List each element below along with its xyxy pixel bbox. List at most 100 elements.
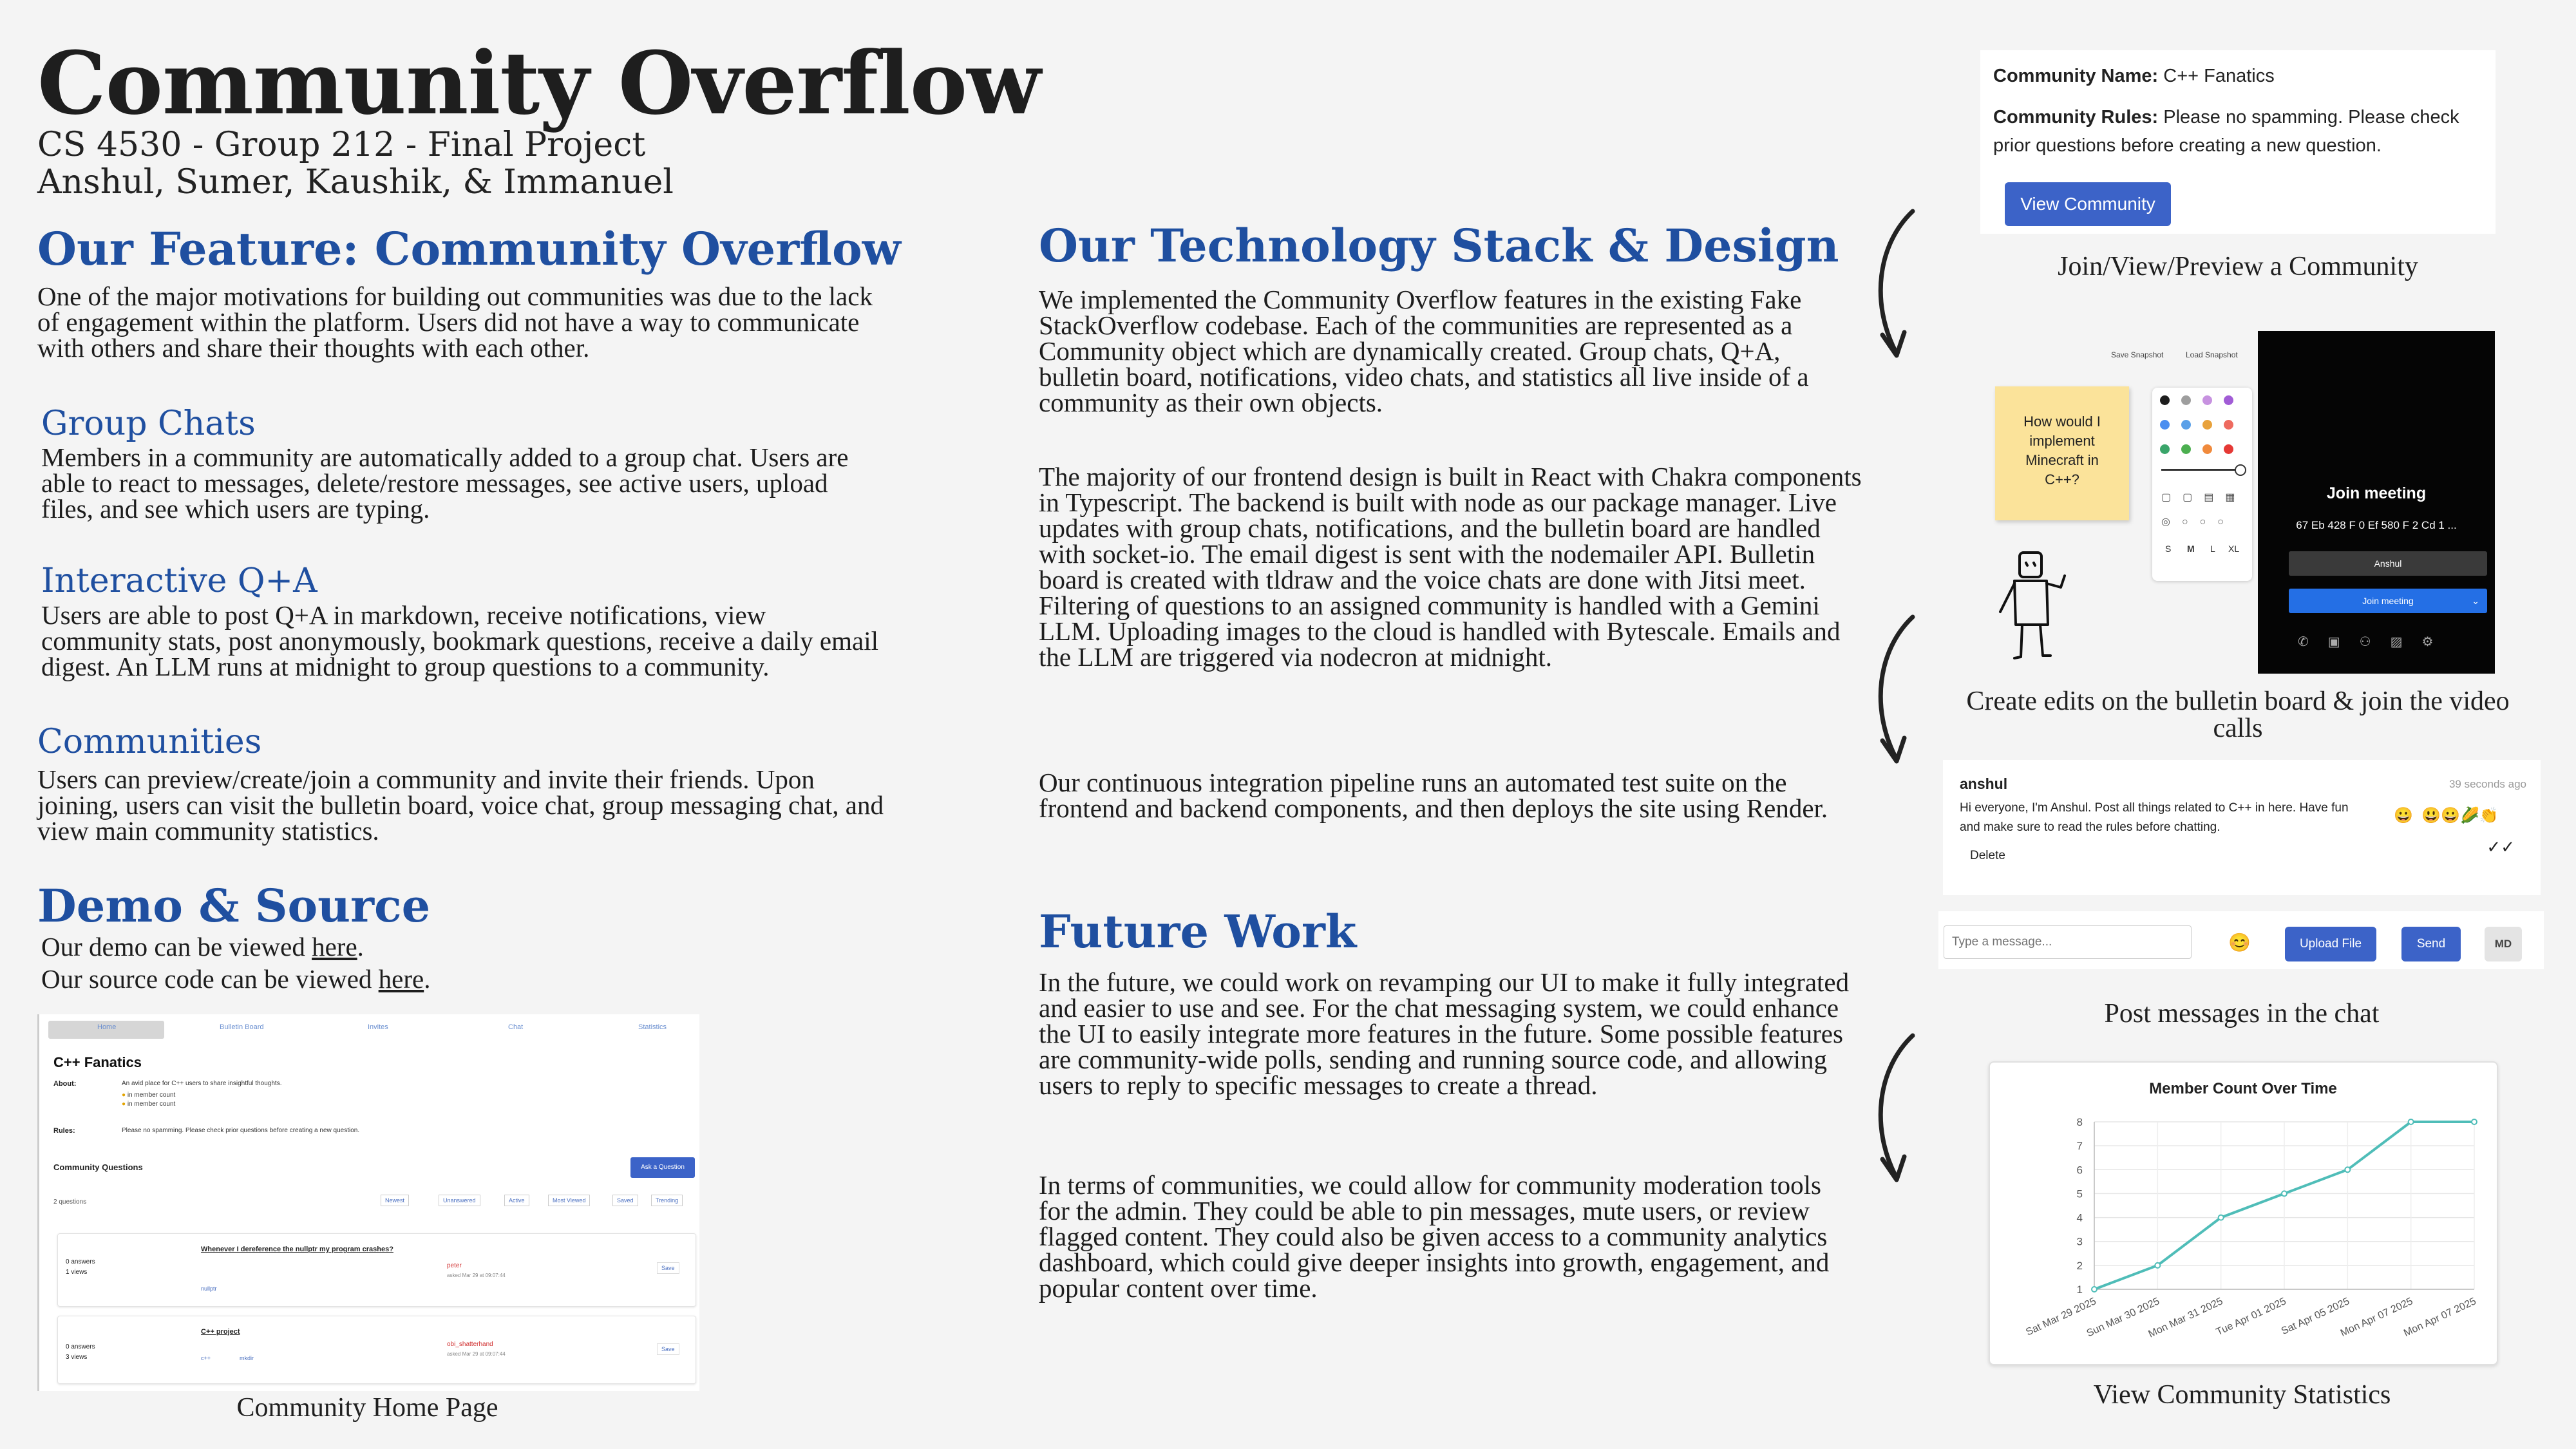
upload-file-button[interactable]: Upload File: [2285, 927, 2376, 961]
display-name-input[interactable]: Anshul: [2289, 551, 2487, 576]
x-tick-label: Tue Apr 01 2025: [2215, 1296, 2288, 1338]
question-title[interactable]: Whenever I dereference the nullptr my pr…: [201, 1245, 394, 1253]
reaction-emoji-icons[interactable]: 😀 😃😀🌽👏: [2394, 806, 2499, 825]
filter-active[interactable]: Active: [504, 1195, 529, 1206]
save-button[interactable]: Save: [657, 1262, 679, 1274]
question-title[interactable]: C++ project: [201, 1328, 240, 1336]
poster-title: Community Overflow: [37, 32, 1041, 134]
qa-text: Users are able to post Q+A in markdown, …: [41, 600, 878, 681]
chat-input-bar: 😊 Upload File Send MD: [1938, 911, 2544, 969]
tab-home[interactable]: Home: [97, 1023, 116, 1031]
dash-style-icons[interactable]: ◎○○○: [2161, 515, 2235, 528]
color-swatch[interactable]: [2202, 395, 2212, 405]
color-swatch[interactable]: [2181, 420, 2191, 430]
opacity-slider[interactable]: [2235, 464, 2246, 476]
color-swatch[interactable]: [2160, 444, 2170, 454]
source-line: Our source code can be viewed here.: [41, 966, 430, 992]
demo-prefix: Our demo can be viewed: [41, 932, 312, 961]
size-s[interactable]: S: [2165, 544, 2171, 554]
tab-invites[interactable]: Invites: [368, 1023, 388, 1031]
home-about-text: An avid place for C++ users to share ins…: [122, 1080, 282, 1087]
question-card[interactable]: 0 answers 1 views Whenever I dereference…: [57, 1233, 696, 1307]
question-asked: asked Mar 29 at 09:07:44: [447, 1351, 506, 1357]
chat-caption: Post messages in the chat: [2104, 999, 2380, 1028]
data-point: [2154, 1262, 2161, 1269]
filter-trending[interactable]: Trending: [651, 1195, 683, 1206]
filter-unanswered[interactable]: Unanswered: [439, 1195, 480, 1206]
question-tag[interactable]: mkdir: [240, 1355, 254, 1361]
curved-arrow-icon: [1878, 1033, 1915, 1182]
question-tag[interactable]: nullptr: [201, 1285, 217, 1292]
question-card[interactable]: 0 answers 3 views C++ project c++ mkdir …: [57, 1316, 696, 1384]
color-swatch[interactable]: [2181, 395, 2191, 405]
view-community-button[interactable]: View Community: [2005, 182, 2171, 226]
color-swatch[interactable]: [2160, 420, 2170, 430]
tech-paragraph-3: Our continuous integration pipeline runs…: [1039, 768, 1828, 823]
y-tick-label: 3: [2077, 1236, 2083, 1248]
answer-count: 0 answers: [66, 1258, 95, 1265]
source-prefix: Our source code can be viewed: [41, 964, 379, 994]
data-point: [2471, 1119, 2477, 1125]
tech-paragraph-2: The majority of our frontend design is b…: [1039, 462, 1862, 672]
y-tick-label: 7: [2077, 1140, 2083, 1152]
future-paragraph-2: In terms of communities, we could allow …: [1039, 1170, 1830, 1303]
filter-most-viewed[interactable]: Most Viewed: [548, 1195, 591, 1206]
send-button[interactable]: Send: [2401, 927, 2461, 961]
load-snapshot-button[interactable]: Load Snapshot: [2186, 350, 2238, 359]
sticky-note[interactable]: How would I implement Minecraft in C++?: [1995, 386, 2129, 520]
filter-saved[interactable]: Saved: [612, 1195, 638, 1206]
color-swatch[interactable]: [2181, 444, 2191, 454]
tab-bulletin-board[interactable]: Bulletin Board: [220, 1023, 264, 1031]
join-meeting-panel: Join meeting 67 Eb 428 F 0 Ef 580 F 2 Cd…: [2258, 331, 2495, 674]
answer-count: 0 answers: [66, 1343, 95, 1350]
data-point: [2407, 1119, 2414, 1125]
color-swatch[interactable]: [2202, 444, 2212, 454]
emoji-picker-icon[interactable]: 😊: [2228, 932, 2251, 953]
size-xl[interactable]: XL: [2228, 544, 2239, 554]
preview-name-label: Community Name:: [1993, 66, 2159, 86]
community-preview-card: Community Name: C++ Fanatics Community R…: [1980, 50, 2496, 234]
bulletin-caption: Create edits on the bulletin board & joi…: [1966, 687, 2510, 743]
demo-heading: Demo & Source: [37, 879, 431, 933]
questions-heading: Community Questions: [53, 1162, 143, 1172]
community-home-screenshot: Home Bulletin Board Invites Chat Statist…: [37, 1014, 699, 1391]
y-tick-label: 4: [2077, 1212, 2083, 1224]
read-receipt-icon: ✓✓: [2486, 837, 2515, 857]
home-rules-label: Rules:: [53, 1127, 75, 1135]
member-count-chart: Member Count Over Time 12345678 Sat Mar …: [2024, 1080, 2477, 1340]
y-tick-label: 6: [2077, 1164, 2083, 1176]
color-swatch[interactable]: [2224, 444, 2233, 454]
chat-message-card: anshul 39 seconds ago Hi everyone, I'm A…: [1943, 760, 2541, 895]
bulletin-board-screenshot: Save Snapshot Load Snapshot How would I …: [1964, 328, 2512, 676]
message-input[interactable]: [1944, 925, 2192, 959]
course-subtitle: CS 4530 - Group 212 - Final Project: [37, 126, 646, 164]
tab-statistics[interactable]: Statistics: [638, 1023, 667, 1031]
color-swatch[interactable]: [2160, 395, 2170, 405]
join-meeting-button[interactable]: Join meeting ⌄: [2289, 589, 2487, 613]
view-count: 1 views: [66, 1269, 88, 1276]
preview-rules-label: Community Rules:: [1993, 107, 2159, 128]
color-swatch[interactable]: [2224, 420, 2233, 430]
delete-message-button[interactable]: Delete: [1970, 849, 2005, 863]
home-rules-text: Please no spamming. Please check prior q…: [122, 1127, 360, 1134]
markdown-toggle-button[interactable]: MD: [2485, 927, 2522, 961]
member-chart-card: Member Count Over Time 12345678 Sat Mar …: [1989, 1061, 2498, 1365]
filter-newest[interactable]: Newest: [381, 1195, 410, 1206]
stick-figure-drawing-icon: [1999, 551, 2066, 659]
size-l[interactable]: L: [2210, 544, 2215, 554]
ask-question-button[interactable]: Ask a Question: [630, 1157, 695, 1178]
save-snapshot-button[interactable]: Save Snapshot: [2111, 350, 2163, 359]
chevron-down-icon[interactable]: ⌄: [2472, 589, 2479, 613]
home-member-count-1: ● in member count: [122, 1092, 176, 1099]
demo-link[interactable]: here: [312, 932, 357, 961]
source-link[interactable]: here: [379, 964, 424, 994]
size-m[interactable]: M: [2187, 544, 2195, 554]
tab-chat[interactable]: Chat: [508, 1023, 523, 1031]
save-button[interactable]: Save: [657, 1343, 679, 1355]
meeting-toolbar-icons[interactable]: ✆▣⚇▨⚙: [2298, 634, 2485, 650]
feature-heading: Our Feature: Community Overflow: [37, 222, 901, 276]
fill-style-icons[interactable]: ▢▢▤▦: [2161, 491, 2246, 504]
color-swatch[interactable]: [2202, 420, 2212, 430]
question-tag[interactable]: c++: [201, 1355, 211, 1361]
color-swatch[interactable]: [2224, 395, 2233, 405]
